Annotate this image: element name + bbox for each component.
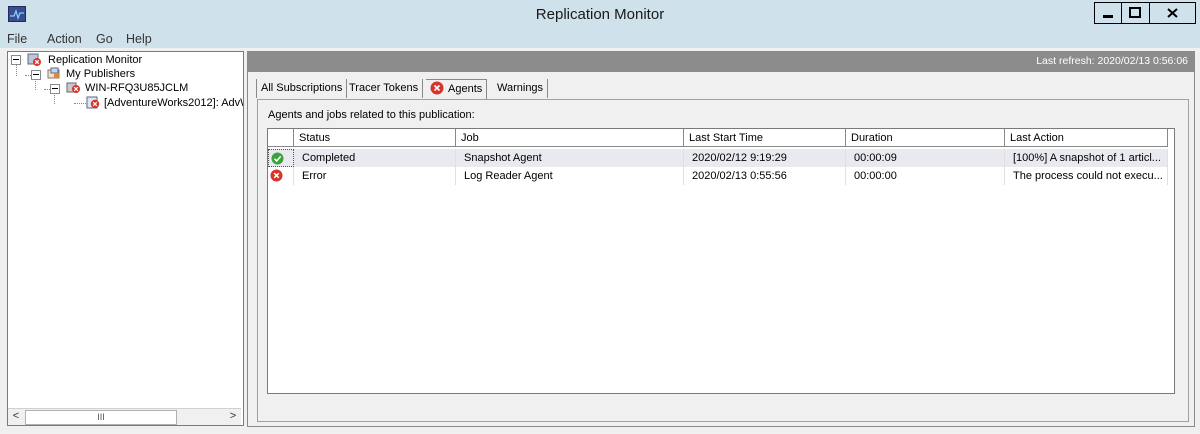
header-icon-col[interactable] — [268, 129, 294, 147]
tree-item-publication[interactable]: [AdventureWorks2012]: AdvW — [104, 96, 243, 110]
tree-item-my-publishers[interactable]: My Publishers — [66, 67, 135, 81]
check-circle-icon — [271, 152, 284, 165]
server-error-icon — [66, 82, 80, 93]
table-row[interactable]: Completed Snapshot Agent 2020/02/12 9:19… — [268, 149, 1168, 167]
cell-duration: 00:00:09 — [846, 149, 1005, 167]
tab-label: Tracer Tokens — [349, 82, 419, 94]
menu-go[interactable]: Go — [96, 30, 113, 48]
chevron-right-icon: > — [229, 410, 237, 422]
maximize-button[interactable] — [1121, 2, 1150, 24]
close-button[interactable] — [1149, 2, 1196, 24]
agents-panel: Agents and jobs related to this publicat… — [257, 99, 1189, 422]
status-icon-cell — [268, 149, 294, 167]
cell-last-action: The process could not execu... — [1005, 167, 1168, 185]
cell-duration: 00:00:00 — [846, 167, 1005, 185]
table-row[interactable]: Error Log Reader Agent 2020/02/13 0:55:5… — [268, 167, 1168, 185]
scroll-grip: III — [97, 412, 105, 422]
navigation-tree: Replication Monitor My Publishers WIN-RF… — [7, 51, 244, 426]
tab-agents[interactable]: Agents — [426, 79, 488, 99]
window-title: Replication Monitor — [535, 6, 665, 23]
menu-file[interactable]: File — [7, 30, 27, 48]
refresh-bar: Last refresh: 2020/02/13 0:56:06 — [248, 52, 1194, 72]
maximize-icon — [1129, 7, 1141, 18]
cell-status: Completed — [294, 149, 456, 167]
cell-last-start-time: 2020/02/13 0:55:56 — [684, 167, 846, 185]
header-duration[interactable]: Duration — [846, 129, 1005, 147]
replication-monitor-icon — [27, 53, 41, 66]
cell-job: Log Reader Agent — [456, 167, 684, 185]
last-refresh-label: Last refresh: 2020/02/13 0:56:06 — [1036, 55, 1188, 67]
tab-all-subscriptions[interactable]: All Subscriptions — [256, 79, 348, 98]
tree-collapse-toggle[interactable] — [50, 84, 60, 94]
tab-label: Agents — [448, 83, 483, 95]
minimize-button[interactable] — [1094, 2, 1122, 24]
menu-help[interactable]: Help — [126, 30, 152, 48]
agents-grid: Status Job Last Start Time Duration Last… — [267, 128, 1175, 394]
publishers-folder-icon — [47, 67, 60, 79]
scroll-thumb[interactable]: III — [25, 410, 177, 425]
tab-tracer-tokens[interactable]: Tracer Tokens — [345, 79, 424, 98]
tab-label: All Subscriptions — [261, 82, 343, 94]
chevron-left-icon: < — [12, 410, 20, 422]
cell-last-action: [100%] A snapshot of 1 articl... — [1005, 149, 1168, 167]
menu-bar: File Action Go Help — [0, 30, 1200, 48]
detail-pane: Last refresh: 2020/02/13 0:56:06 All Sub… — [247, 51, 1195, 427]
menu-action[interactable]: Action — [47, 30, 82, 48]
tree-line — [74, 103, 86, 104]
scroll-right-button[interactable]: > — [225, 409, 241, 425]
scroll-left-button[interactable]: < — [8, 409, 24, 425]
publication-error-icon — [86, 96, 100, 109]
tree-item-server[interactable]: WIN-RFQ3U85JCLM — [85, 81, 188, 95]
tree-item-replication-monitor[interactable]: Replication Monitor — [48, 53, 142, 67]
minimize-icon — [1103, 15, 1113, 18]
tree-collapse-toggle[interactable] — [11, 55, 21, 65]
close-icon — [1167, 8, 1178, 18]
status-icon-cell — [268, 167, 294, 185]
error-icon — [430, 81, 444, 95]
tree-collapse-toggle[interactable] — [31, 70, 41, 80]
tab-label: Warnings — [497, 82, 544, 94]
header-job[interactable]: Job — [456, 129, 684, 147]
header-status[interactable]: Status — [294, 129, 456, 147]
cell-job: Snapshot Agent — [456, 149, 684, 167]
panel-caption: Agents and jobs related to this publicat… — [268, 109, 475, 121]
tree-horizontal-scrollbar[interactable]: < III > — [8, 408, 241, 425]
header-last-action[interactable]: Last Action — [1005, 129, 1168, 147]
tab-warnings[interactable]: Warnings — [493, 79, 549, 98]
cell-last-start-time: 2020/02/12 9:19:29 — [684, 149, 846, 167]
header-last-start-time[interactable]: Last Start Time — [684, 129, 846, 147]
title-bar: Replication Monitor — [0, 0, 1200, 30]
app-window: Replication Monitor File Action Go Help … — [0, 0, 1200, 434]
cell-status: Error — [294, 167, 456, 185]
x-circle-icon — [270, 169, 283, 182]
